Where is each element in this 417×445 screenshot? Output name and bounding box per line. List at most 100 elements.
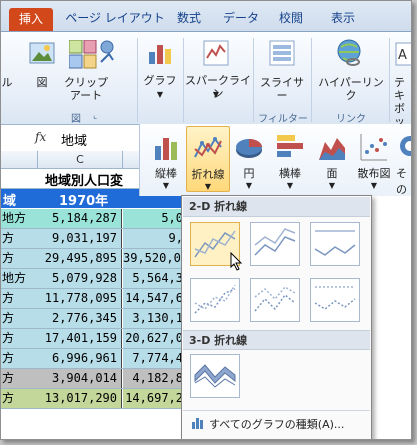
tab-page-layout[interactable]: ページ レイアウト [65,7,165,31]
chart-thumb-stacked-line-markers[interactable] [250,278,300,322]
column-header-b[interactable] [1,151,38,169]
chart-type-column[interactable]: 縦棒 ▼ [146,126,186,192]
table-row[interactable]: 方 9,031,197 9, [1,229,183,249]
value-next-cell[interactable]: 39,520,05 [123,249,183,268]
region-cell[interactable]: 方 [1,309,39,328]
tab-data[interactable]: データ [219,7,263,31]
line-3d-thumb-icon [194,364,236,388]
chart-type-line[interactable]: 折れ線 ▼ [186,126,230,192]
value-next-cell[interactable]: 20,627,0 [123,329,183,348]
region-cell[interactable]: 方 [1,229,39,248]
table-row[interactable]: 地方 5,079,928 5,564,3 [1,269,183,289]
slicer-icon [269,40,295,70]
value-1970-cell[interactable]: 17,401,159 [38,329,122,348]
table-row[interactable]: 方 29,495,895 39,520,05 [1,249,183,269]
header-year: 1970年 [59,194,109,209]
value-1970-cell[interactable]: 11,778,095 [38,289,122,308]
region-cell[interactable]: 方 [1,349,39,368]
value-1970-cell[interactable]: 6,996,961 [38,349,122,368]
value-next-cell[interactable]: 14,547,6 [123,289,183,308]
chevron-down-icon: ▼ [162,181,170,190]
picture-icon [29,40,55,70]
pie-chart-icon [236,139,262,158]
chart-type-other[interactable]: その [396,126,411,196]
tab-formulas[interactable]: 数式 [169,7,209,31]
slicer-button[interactable]: スライサー [257,76,307,102]
chart-type-label: 縦棒 [155,167,177,180]
chart-thumb-100-line[interactable] [310,222,360,266]
region-cell[interactable]: 地方 [1,209,39,228]
header-region: 域 [3,194,17,209]
region-cell[interactable]: 地方 [1,269,39,288]
value-next-cell[interactable]: 9, [123,229,183,248]
value-next-cell[interactable]: 3,130,1 [123,309,183,328]
value-1970-cell[interactable]: 5,079,928 [38,269,122,288]
value-next-cell[interactable]: 4,182,8 [123,369,183,388]
separator [137,38,138,122]
chart-type-label: 面 [326,167,338,180]
chart-button[interactable]: グラフ [141,74,179,87]
stacked-markers-thumb-icon [254,286,296,312]
value-next-cell[interactable]: 14,697,2 [123,389,183,408]
chart-type-strip: 縦棒 ▼ 折れ線 ▼ 円 ▼ 横棒 ▼ 面 ▼ 散布図 ▼ その [139,124,411,196]
tab-insert[interactable]: 挿入 [9,8,53,31]
chart-type-label: その [396,167,407,196]
value-1970-cell[interactable]: 2,776,345 [38,309,122,328]
table-row[interactable]: 方 17,401,159 20,627,0 [1,329,183,349]
value-1970-cell[interactable]: 5,184,287 [38,209,122,228]
chart-type-pie[interactable]: 円 ▼ [232,126,266,192]
scatter-chart-icon [360,134,387,161]
textbox-label-1: テキ [394,76,405,102]
all-chart-types-link[interactable]: すべてのグラフの種類(A)... [183,410,370,439]
textbox-button[interactable]: テキ ボッ [394,76,411,128]
gallery-header-3d: 3-D 折れ線 [183,330,370,350]
chart-type-bar[interactable]: 横棒 ▼ [270,126,310,192]
region-cell[interactable]: 方 [1,249,39,268]
table-row[interactable]: 方 3,904,014 4,182,8 [1,369,183,389]
gallery-header-2d: 2-D 折れ線 [183,197,370,217]
table-row[interactable]: 地方 5,184,287 5,0 [1,209,183,229]
value-1970-cell[interactable]: 13,017,290 [38,389,122,408]
chart-type-area[interactable]: 面 ▼ [312,126,352,192]
chart-type-label: 散布図 [357,167,391,180]
chart-thumb-line-markers[interactable] [190,278,240,322]
table-row[interactable]: 方 11,778,095 14,547,6 [1,289,183,309]
region-cell[interactable]: 方 [1,329,39,348]
line-chart-icon [194,137,222,158]
hyperlink-icon [335,38,363,72]
value-next-cell[interactable]: 5,0 [123,209,183,228]
table-row[interactable]: 方 2,776,345 3,130,1 [1,309,183,329]
column-header-c[interactable]: C [38,151,123,169]
region-cell[interactable]: 方 [1,289,39,308]
sheet-title: 地域別人口変 [45,174,124,189]
tab-review[interactable]: 校閲 [271,7,311,31]
clipart-button[interactable]: クリップ アート [61,76,111,102]
hyperlink-button[interactable]: ハイパーリンク [315,76,387,102]
chart-thumb-100-line-markers[interactable] [310,278,360,322]
chart-thumb-3d-line[interactable] [190,354,240,398]
value-next-cell[interactable]: 5,564,3 [123,269,183,288]
region-cell[interactable]: 方 [1,369,39,388]
fx-label[interactable]: fx [35,130,46,144]
line-chart-gallery: 2-D 折れ線 3-D 折れ線 すべてのグラフの種類(A)... [181,195,372,439]
group-launcher-icon[interactable]: ⌞ [93,111,97,121]
other-chart-icon [400,136,411,156]
value-next-cell[interactable]: 7,774,4 [123,349,183,368]
clipart-label-1: クリップ [64,76,108,89]
value-1970-cell[interactable]: 3,904,014 [38,369,122,388]
table-row[interactable]: 方 6,996,961 7,774,4 [1,349,183,369]
picture-button[interactable]: 図 [29,76,55,89]
tab-view[interactable]: 表示 [321,7,365,31]
left-edge-button[interactable]: ル [1,76,13,89]
region-cell[interactable]: 方 [1,389,39,408]
chevron-down-icon: ▼ [212,90,220,99]
table-row[interactable]: 方 13,017,290 14,697,2 [1,389,183,409]
chart-thumb-stacked-line[interactable] [250,222,300,266]
excel-window: 挿入 ページ レイアウト 数式 データ 校閲 表示 ル 図 クリップ アート 図… [0,0,412,440]
chart-type-scatter[interactable]: 散布図 ▼ [354,126,394,192]
separator [253,38,254,122]
mouse-cursor-icon [230,251,244,276]
value-1970-cell[interactable]: 9,031,197 [38,229,122,248]
formula-input[interactable]: 地域 [61,130,87,149]
value-1970-cell[interactable]: 29,495,895 [38,249,122,268]
